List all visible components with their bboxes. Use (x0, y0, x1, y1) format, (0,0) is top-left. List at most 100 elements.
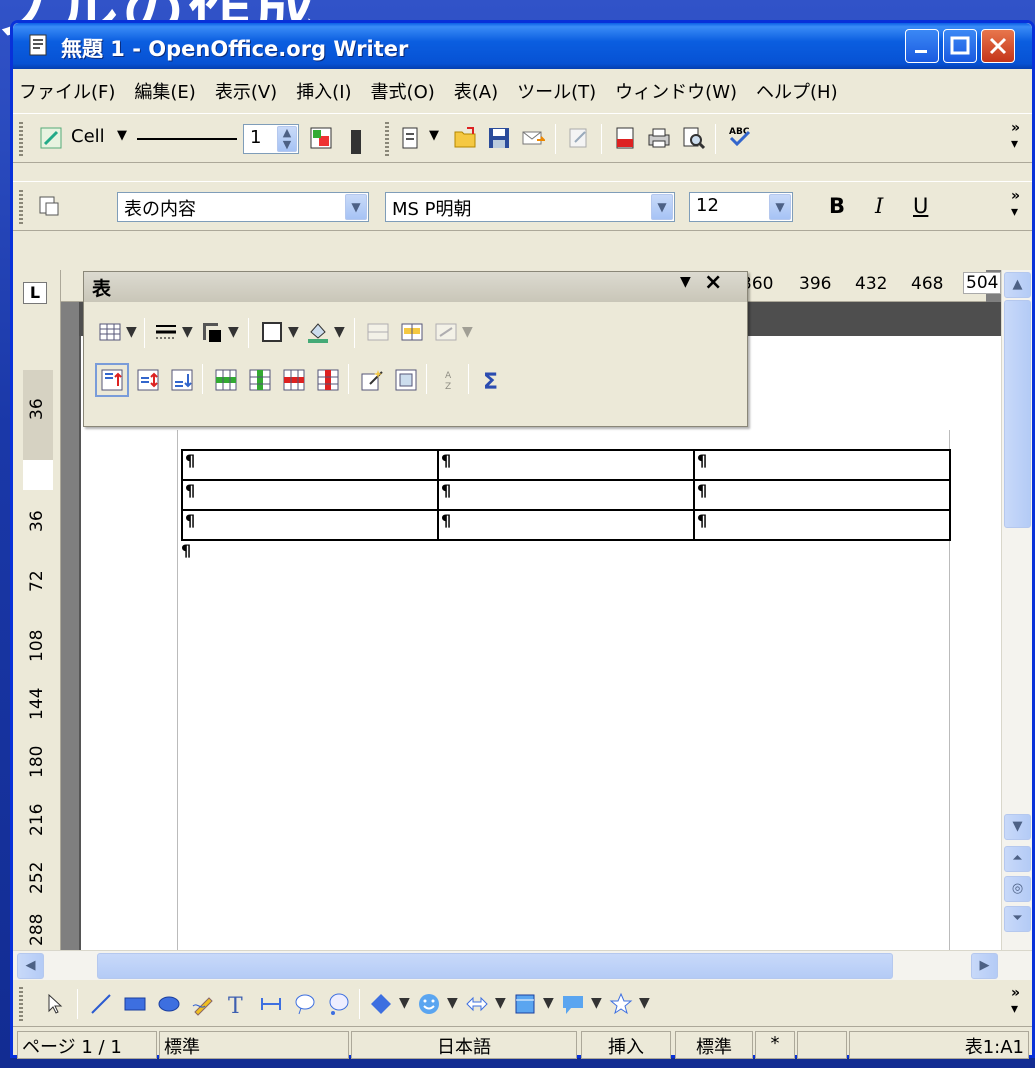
block-arrows-icon[interactable] (465, 992, 489, 1016)
floating-toolbar-titlebar[interactable]: 表 ▼ × (84, 270, 747, 302)
menu-help[interactable]: ヘルプ(H) (756, 78, 838, 104)
status-page[interactable]: ページ 1 / 1 (17, 1031, 157, 1059)
toolbar-more-icon[interactable]: » ▾ (1011, 985, 1020, 1017)
export-pdf-icon[interactable] (613, 126, 637, 150)
toolbar-grip[interactable] (19, 987, 23, 1021)
menu-file[interactable]: ファイル(F) (19, 78, 115, 104)
table-cell[interactable]: ¶ (693, 479, 951, 511)
save-icon[interactable] (487, 126, 511, 150)
scroll-down-button[interactable]: ▼ (1004, 814, 1031, 840)
optimize-icon[interactable] (434, 320, 458, 344)
font-size-select[interactable]: 12 ▼ (689, 192, 793, 222)
dropdown-arrow-icon[interactable]: ▼ (228, 324, 239, 340)
line-style-icon[interactable] (154, 320, 178, 344)
dropdown-arrow-icon[interactable]: ▼ (334, 324, 345, 340)
text-icon[interactable]: T (225, 992, 249, 1016)
menu-view[interactable]: 表示(V) (215, 78, 277, 104)
title-bar[interactable]: 無題 1 - OpenOffice.org Writer (13, 23, 1032, 69)
table-cell[interactable]: ¶ (181, 479, 439, 511)
status-cell[interactable]: 表1:A1 (849, 1031, 1029, 1059)
toolbar-grip[interactable] (19, 190, 23, 224)
tab-stop-selector[interactable]: L (23, 282, 47, 304)
close-toolbar-icon[interactable]: × (704, 270, 722, 295)
previous-page-button[interactable]: ⏶ (1004, 846, 1031, 872)
scroll-thumb[interactable] (1004, 300, 1031, 528)
dropdown-arrow-icon[interactable]: ▼ (182, 324, 193, 340)
split-cells-icon[interactable] (400, 320, 424, 344)
smiley-shapes-icon[interactable] (417, 992, 441, 1016)
print-icon[interactable] (647, 126, 671, 150)
background-color-icon[interactable] (306, 320, 330, 344)
menu-tools[interactable]: ツール(T) (517, 78, 596, 104)
horizontal-scrollbar[interactable]: ◀ ▶ (13, 950, 1032, 980)
menu-format[interactable]: 書式(O) (371, 78, 435, 104)
dimension-line-icon[interactable] (259, 992, 283, 1016)
status-modified[interactable]: * (755, 1031, 795, 1059)
maximize-button[interactable] (943, 29, 977, 63)
scroll-left-button[interactable]: ◀ (17, 953, 44, 979)
callouts-icon[interactable] (561, 992, 585, 1016)
dropdown-arrow-icon[interactable]: ▼ (495, 995, 506, 1011)
basic-shapes-icon[interactable] (369, 992, 393, 1016)
chevron-down-icon[interactable]: ▼ (769, 194, 791, 220)
new-dropdown-arrow-icon[interactable]: ▼ (429, 128, 439, 143)
vertical-scrollbar[interactable]: ▲ ▼ ⏶ ◎ ⏷ (1001, 270, 1032, 950)
toolbar-menu-arrow-icon[interactable]: ▼ (680, 274, 691, 290)
spin-icon[interactable]: ▲ ▼ (277, 126, 297, 152)
document-page[interactable] (79, 336, 1001, 950)
scroll-up-button[interactable]: ▲ (1004, 272, 1031, 298)
edit-file-icon[interactable] (567, 126, 591, 150)
dropdown-arrow-icon[interactable]: ▼ (543, 995, 554, 1011)
chevron-down-icon[interactable]: ▼ (651, 194, 673, 220)
delete-columns-icon[interactable] (316, 368, 340, 392)
status-insert-mode[interactable]: 挿入 (581, 1031, 671, 1059)
minimize-button[interactable] (905, 29, 939, 63)
table-properties-icon[interactable] (394, 368, 418, 392)
dropdown-arrow-icon[interactable]: ▼ (591, 995, 602, 1011)
close-button[interactable] (981, 29, 1015, 63)
status-page-style[interactable]: 標準 (159, 1031, 349, 1059)
line-style-selector[interactable] (137, 138, 237, 140)
callout-icon[interactable] (293, 992, 317, 1016)
paragraph-style-select[interactable]: 表の内容 ▼ (117, 192, 369, 222)
line-icon[interactable] (89, 992, 113, 1016)
navigator-button[interactable]: ◎ (1004, 876, 1031, 902)
toolbar-overflow[interactable] (351, 130, 361, 154)
document-table[interactable]: ¶ ¶ ¶ ¶ ¶ ¶ ¶ ¶ ¶ (181, 449, 951, 541)
table-cell[interactable]: ¶ (181, 449, 439, 481)
insert-rows-icon[interactable] (214, 368, 238, 392)
align-top-icon[interactable] (95, 363, 129, 397)
ellipse-icon[interactable] (157, 992, 181, 1016)
cell-dropdown-arrow-icon[interactable]: ▼ (117, 128, 127, 143)
delete-rows-icon[interactable] (282, 368, 306, 392)
dropdown-arrow-icon[interactable]: ▼ (126, 324, 137, 340)
menu-edit[interactable]: 編集(E) (134, 78, 195, 104)
dropdown-arrow-icon[interactable]: ▼ (447, 995, 458, 1011)
hscroll-thumb[interactable] (97, 953, 893, 979)
border-color-icon[interactable] (309, 126, 333, 150)
sum-icon[interactable]: Σ (480, 368, 504, 392)
toolbar-more-icon[interactable]: » ▾ (1011, 188, 1020, 220)
new-document-icon[interactable] (399, 126, 423, 150)
status-language[interactable]: 日本語 (351, 1031, 577, 1059)
menu-window[interactable]: ウィンドウ(W) (615, 78, 737, 104)
borders-icon[interactable] (260, 320, 284, 344)
menu-insert[interactable]: 挿入(I) (296, 78, 351, 104)
table-cell[interactable]: ¶ (437, 479, 695, 511)
table-cell[interactable]: ¶ (437, 449, 695, 481)
bold-button[interactable]: B (829, 194, 845, 218)
toolbar-grip[interactable] (19, 122, 23, 156)
dropdown-arrow-icon[interactable]: ▼ (462, 324, 473, 340)
table-cell[interactable]: ¶ (693, 449, 951, 481)
font-name-select[interactable]: MS P明朝 ▼ (385, 192, 675, 222)
line-width-spinner[interactable]: 1 ▲ ▼ (243, 124, 299, 154)
insert-columns-icon[interactable] (248, 368, 272, 392)
freeform-pencil-icon[interactable] (191, 992, 215, 1016)
next-page-button[interactable]: ⏷ (1004, 906, 1031, 932)
align-bottom-icon[interactable] (170, 368, 194, 392)
print-preview-icon[interactable] (681, 126, 705, 150)
sort-icon[interactable]: AZ (438, 368, 462, 392)
line-color-icon[interactable] (200, 320, 224, 344)
cell-label[interactable]: Cell (71, 126, 105, 147)
callout-cloud-icon[interactable] (327, 992, 351, 1016)
